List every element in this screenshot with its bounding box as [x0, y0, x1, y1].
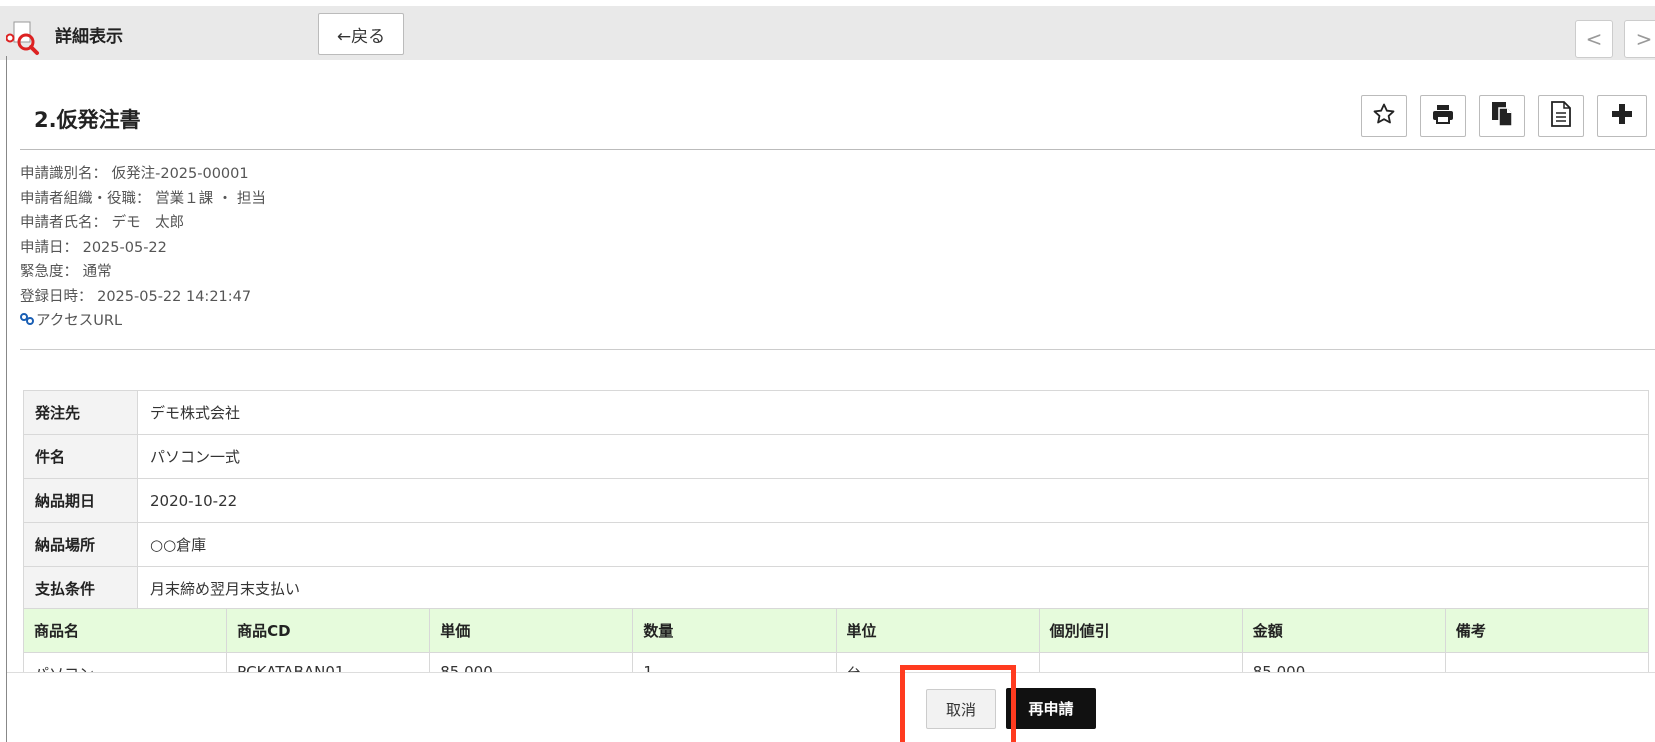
back-button[interactable]: ←戻る	[318, 13, 404, 55]
table-row: 納品場所 ○○倉庫	[23, 522, 1649, 567]
field-label: 納品場所	[23, 522, 138, 567]
magnifier-icon	[5, 20, 40, 56]
divider	[20, 349, 1655, 350]
page-title: 詳細表示	[55, 27, 123, 47]
items-header-row: 商品名 商品CD 単価 数量 単位 個別値引 金額 備考	[22, 608, 1650, 653]
copy-icon	[1490, 101, 1514, 131]
field-value: 2020-10-22	[137, 478, 1649, 523]
document-title: 2.仮発注書	[34, 108, 141, 132]
document-button[interactable]	[1538, 95, 1584, 137]
action-bar	[7, 672, 1655, 742]
prev-button[interactable]: <	[1575, 20, 1613, 58]
field-value: デモ株式会社	[137, 390, 1649, 435]
table-row: 支払条件 月末締め翌月末支払い	[23, 566, 1649, 611]
meta-request-date: 申請日： 2025-05-22	[20, 239, 167, 256]
meta-applicant-name: 申請者氏名： デモ 太郎	[20, 215, 185, 231]
column-header: 金額	[1241, 608, 1446, 653]
meta-urgency: 緊急度： 通常	[20, 264, 112, 280]
divider	[20, 149, 1655, 150]
plus-icon	[1611, 103, 1633, 129]
column-header: 商品名	[22, 608, 228, 653]
column-header: 単価	[429, 608, 634, 653]
table-row: 納品期日 2020-10-22	[23, 478, 1649, 523]
left-border	[6, 56, 7, 742]
print-button[interactable]	[1420, 95, 1466, 137]
access-url-label[interactable]: アクセスURL	[36, 309, 122, 334]
field-label: 支払条件	[23, 566, 138, 611]
column-header: 備考	[1444, 608, 1650, 653]
column-header: 単位	[835, 608, 1040, 653]
access-url-link[interactable]: アクセスURL	[20, 309, 266, 334]
field-label: 納品期日	[23, 478, 138, 523]
table-row: 件名 パソコン一式	[23, 434, 1649, 479]
column-header: 個別値引	[1038, 608, 1243, 653]
field-value: パソコン一式	[137, 434, 1649, 479]
link-icon	[20, 309, 34, 334]
favorite-button[interactable]	[1361, 95, 1407, 137]
meta-organization: 申請者組織・役職： 営業１課 ・ 担当	[20, 190, 266, 207]
add-button[interactable]	[1597, 95, 1647, 137]
reapply-button[interactable]: 再申請	[1006, 688, 1096, 729]
column-header: 商品CD	[226, 608, 431, 653]
meta-request-id: 申請識別名： 仮発注-2025-00001	[20, 166, 249, 182]
request-meta: 申請識別名： 仮発注-2025-00001 申請者組織・役職： 営業１課 ・ 担…	[20, 162, 266, 334]
highlight-box	[900, 665, 1016, 742]
detail-table: 発注先 デモ株式会社 件名 パソコン一式 納品期日 2020-10-22 納品場所 ○○…	[23, 390, 1649, 611]
copy-button[interactable]	[1479, 95, 1525, 137]
field-label: 件名	[23, 434, 138, 479]
field-value: 月末締め翌月末支払い	[137, 566, 1649, 611]
next-button[interactable]: >	[1624, 20, 1655, 58]
document-icon	[1550, 101, 1572, 131]
field-label: 発注先	[23, 390, 138, 435]
table-row: 発注先 デモ株式会社	[23, 390, 1649, 435]
column-header: 数量	[632, 608, 837, 653]
star-icon	[1372, 102, 1396, 130]
meta-registered-at: 登録日時： 2025-05-22 14:21:47	[20, 288, 252, 305]
header-bar: 詳細表示 ←戻る < >	[0, 0, 1655, 60]
print-icon	[1431, 102, 1455, 130]
field-value: ○○倉庫	[137, 522, 1649, 567]
